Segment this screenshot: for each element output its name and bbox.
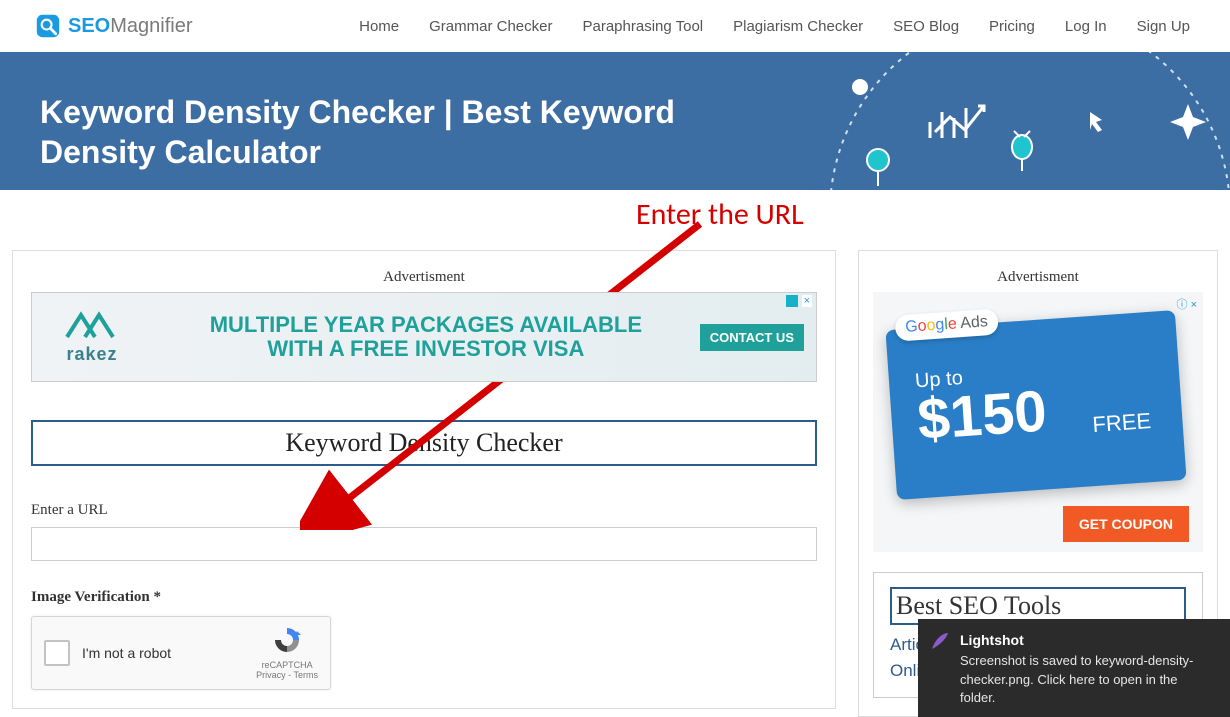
url-input[interactable] — [31, 527, 817, 561]
ad-cta-button[interactable]: CONTACT US — [700, 324, 804, 351]
recaptcha-checkbox[interactable] — [44, 640, 70, 666]
nav-pricing[interactable]: Pricing — [989, 18, 1035, 35]
lightshot-toast[interactable]: Lightshot Screenshot is saved to keyword… — [918, 619, 1230, 717]
side-ad[interactable]: ⓘ × Google Ads Up to $150 FREE GET COUPO… — [873, 292, 1203, 552]
nav-paraphrase[interactable]: Paraphrasing Tool — [582, 18, 703, 35]
main-nav: Home Grammar Checker Paraphrasing Tool P… — [359, 18, 1190, 35]
logo-text: SEOMagnifier — [68, 15, 193, 38]
nav-login[interactable]: Log In — [1065, 18, 1107, 35]
ad-close-icon[interactable]: × — [802, 295, 812, 307]
recaptcha-icon — [271, 625, 303, 655]
nav-plagiarism[interactable]: Plagiarism Checker — [733, 18, 863, 35]
feather-icon — [930, 631, 950, 651]
recaptcha-widget[interactable]: I'm not a robot reCAPTCHA Privacy - Term… — [31, 616, 331, 690]
magnifier-icon — [34, 12, 62, 40]
ad-headline: MULTIPLE YEAR PACKAGES AVAILABLE WITH A … — [152, 313, 700, 361]
ad-banner[interactable]: rakez MULTIPLE YEAR PACKAGES AVAILABLE W… — [31, 292, 817, 382]
hero-banner: Keyword Density Checker | Best Keyword D… — [0, 52, 1230, 190]
ad-brand-text: rakez — [32, 344, 152, 365]
hero-decoration — [770, 52, 1230, 190]
site-logo[interactable]: SEOMagnifier — [34, 12, 193, 40]
nav-signup[interactable]: Sign Up — [1137, 18, 1190, 35]
url-label: Enter a URL — [31, 502, 817, 519]
google-ads-chip: Google Ads — [894, 308, 998, 341]
nav-home[interactable]: Home — [359, 18, 399, 35]
toast-body: Screenshot is saved to keyword-density-c… — [960, 652, 1216, 707]
ad-brand-block: rakez — [32, 309, 152, 365]
recaptcha-label: I'm not a robot — [82, 645, 244, 661]
top-bar: SEOMagnifier Home Grammar Checker Paraph… — [0, 0, 1230, 52]
get-coupon-button[interactable]: GET COUPON — [1063, 506, 1189, 542]
nav-blog[interactable]: SEO Blog — [893, 18, 959, 35]
page-title: Keyword Density Checker | Best Keyword D… — [40, 92, 740, 172]
recaptcha-badge: reCAPTCHA Privacy - Terms — [256, 625, 318, 681]
rakez-logo-icon — [65, 309, 119, 339]
google-ads-card: Google Ads Up to $150 FREE — [885, 310, 1186, 500]
adchoices-icon[interactable]: ⓘ × — [1177, 296, 1198, 312]
ad-label: Advertisment — [31, 269, 817, 286]
side-ad-label: Advertisment — [873, 269, 1203, 286]
annotation-text: Enter the URL — [636, 196, 804, 233]
tool-title: Keyword Density Checker — [31, 420, 817, 466]
nav-grammar[interactable]: Grammar Checker — [429, 18, 552, 35]
adchoices-icon[interactable] — [786, 295, 798, 307]
main-panel: Advertisment rakez MULTIPLE YEAR PACKAGE… — [12, 250, 836, 709]
toast-title: Lightshot — [960, 631, 1216, 651]
verification-label: Image Verification * — [31, 589, 817, 606]
